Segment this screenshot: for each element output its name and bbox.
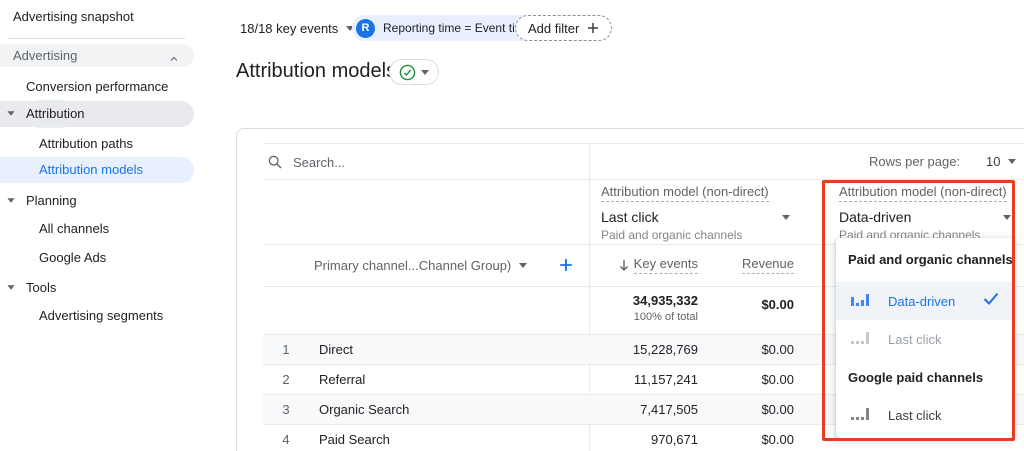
row-index: 1 bbox=[282, 342, 290, 357]
channel-cell: Referral bbox=[319, 372, 366, 387]
chevron-down-icon bbox=[7, 111, 15, 116]
chevron-down-icon bbox=[7, 198, 15, 203]
bar-chart-icon bbox=[851, 406, 869, 425]
table-toolbar: Rows per page: 10 bbox=[263, 143, 1024, 180]
sidebar-item-label: Attribution models bbox=[39, 162, 144, 177]
sidebar-item-label: Attribution paths bbox=[39, 136, 133, 151]
sidebar-item-label: Google Ads bbox=[39, 250, 107, 265]
sidebar-item-planning[interactable]: Planning bbox=[0, 188, 194, 214]
sidebar-item-label: Advertising snapshot bbox=[13, 9, 134, 24]
dropdown-item-label: Data-driven bbox=[888, 293, 956, 309]
sidebar-item-label: Conversion performance bbox=[26, 79, 169, 94]
sidebar-item-all-channels[interactable]: All channels bbox=[0, 216, 194, 242]
dropdown-item-last-click-disabled[interactable]: Last click bbox=[836, 320, 1013, 358]
key-events-selector[interactable]: 18/18 key events bbox=[240, 21, 355, 36]
chevron-up-icon bbox=[168, 49, 180, 72]
revenue-cell: $0.00 bbox=[761, 342, 794, 357]
row-index: 2 bbox=[282, 372, 290, 387]
revenue-column-header[interactable]: Revenue bbox=[714, 244, 794, 286]
sidebar-item-google-ads[interactable]: Google Ads bbox=[0, 245, 194, 271]
sidebar-item-tools[interactable]: Tools bbox=[0, 275, 194, 301]
sidebar: Advertising snapshot Advertising Convers… bbox=[0, 0, 230, 451]
check-icon bbox=[983, 292, 999, 310]
check-circle-icon bbox=[399, 64, 416, 81]
bar-chart-icon bbox=[851, 330, 869, 349]
search-input[interactable] bbox=[293, 152, 593, 172]
key-events-column-header[interactable]: Key events bbox=[577, 244, 698, 286]
attribution-model-dropdown-menu: Paid and organic channels Data-driven La… bbox=[836, 238, 1013, 438]
sort-arrow-down-icon bbox=[619, 259, 629, 272]
dropdown-section-header: Google paid channels bbox=[848, 370, 984, 385]
bar-chart-icon bbox=[851, 292, 869, 311]
attribution-model-selector-left[interactable]: Attribution model (non-direct) Last clic… bbox=[601, 183, 821, 242]
chevron-down-icon[interactable] bbox=[782, 215, 790, 220]
rows-per-page-label: Rows per page: bbox=[869, 154, 961, 169]
sidebar-item-conversion-performance[interactable]: Conversion performanceBETA bbox=[0, 74, 194, 128]
model-column-label: Attribution model (non-direct) bbox=[839, 184, 1007, 202]
totals-key-events: 34,935,332 bbox=[632, 293, 698, 308]
revenue-cell: $0.00 bbox=[761, 372, 794, 387]
chevron-down-icon[interactable] bbox=[1008, 159, 1016, 164]
chevron-down-icon bbox=[421, 69, 429, 75]
dropdown-section-header: Paid and organic channels bbox=[848, 252, 1013, 267]
chevron-down-icon[interactable] bbox=[1003, 215, 1011, 220]
sidebar-item-label: Advertising segments bbox=[39, 308, 164, 323]
add-dimension-button[interactable] bbox=[559, 244, 573, 286]
add-filter-label: Add filter bbox=[528, 20, 580, 36]
dropdown-item-last-click[interactable]: Last click bbox=[836, 396, 1013, 434]
row-index: 4 bbox=[282, 432, 290, 447]
ga4-attribution-models-screen: Advertising snapshot Advertising Convers… bbox=[0, 0, 1024, 451]
key-events-header-label: Key events bbox=[633, 256, 698, 274]
sidebar-item-label: Attribution bbox=[26, 106, 85, 121]
channel-cell: Organic Search bbox=[319, 402, 410, 417]
dropdown-item-label: Last click bbox=[888, 407, 942, 423]
dimension-header-label: Primary channel...Channel Group) bbox=[314, 257, 512, 273]
reporting-chip-label: Reporting time = Event time bbox=[383, 21, 532, 35]
key-events-cell: 15,228,769 bbox=[632, 342, 698, 357]
attribution-model-selector-right[interactable]: Attribution model (non-direct) Data-driv… bbox=[839, 183, 1024, 242]
sidebar-section-advertising[interactable]: Advertising bbox=[0, 44, 194, 67]
page-title: Attribution models bbox=[236, 60, 397, 82]
chevron-down-icon bbox=[519, 262, 528, 268]
chevron-down-icon bbox=[7, 285, 15, 290]
channel-cell: Direct bbox=[319, 342, 353, 357]
key-events-label: 18/18 key events bbox=[240, 21, 339, 36]
report-status-control[interactable] bbox=[389, 59, 439, 85]
key-events-cell: 11,157,241 bbox=[633, 372, 698, 387]
sidebar-section-label: Advertising bbox=[13, 48, 78, 63]
totals-share: 100% of total bbox=[633, 311, 698, 323]
sidebar-item-advertising-snapshot[interactable]: Advertising snapshot bbox=[0, 4, 194, 30]
sidebar-item-attribution-models[interactable]: Attribution models bbox=[0, 157, 194, 183]
key-events-cell: 7,417,505 bbox=[640, 402, 698, 417]
reporting-badge-icon: R bbox=[356, 18, 375, 38]
plus-icon bbox=[559, 258, 573, 272]
search-icon bbox=[267, 154, 283, 175]
add-filter-button[interactable]: Add filter bbox=[515, 15, 613, 41]
plus-icon bbox=[587, 22, 599, 34]
model-column-label: Attribution model (non-direct) bbox=[601, 184, 769, 202]
revenue-cell: $0.00 bbox=[761, 402, 794, 417]
dimension-column-header[interactable]: Primary channel...Channel Group) bbox=[314, 244, 528, 286]
sidebar-divider bbox=[8, 38, 185, 39]
dropdown-item-data-driven[interactable]: Data-driven bbox=[836, 282, 1013, 320]
channel-cell: Paid Search bbox=[319, 432, 390, 447]
sidebar-item-attribution-paths[interactable]: Attribution paths bbox=[0, 131, 194, 157]
sidebar-item-label: Tools bbox=[26, 280, 57, 295]
revenue-cell: $0.00 bbox=[761, 432, 794, 447]
rows-per-page-value[interactable]: 10 bbox=[986, 154, 1000, 169]
row-index: 3 bbox=[282, 402, 290, 417]
revenue-header-label: Revenue bbox=[741, 256, 794, 274]
sidebar-item-advertising-segments[interactable]: Advertising segments bbox=[0, 303, 194, 329]
sidebar-item-label: Planning bbox=[26, 193, 77, 208]
sidebar-item-attribution[interactable]: Attribution bbox=[0, 101, 194, 127]
sidebar-item-label: All channels bbox=[39, 221, 110, 236]
dropdown-item-label: Last click bbox=[888, 331, 942, 347]
model-value: Data-driven bbox=[839, 209, 912, 225]
model-sub-label: Paid and organic channels bbox=[601, 228, 743, 242]
totals-revenue: $0.00 bbox=[761, 297, 794, 312]
key-events-cell: 970,671 bbox=[651, 432, 698, 447]
